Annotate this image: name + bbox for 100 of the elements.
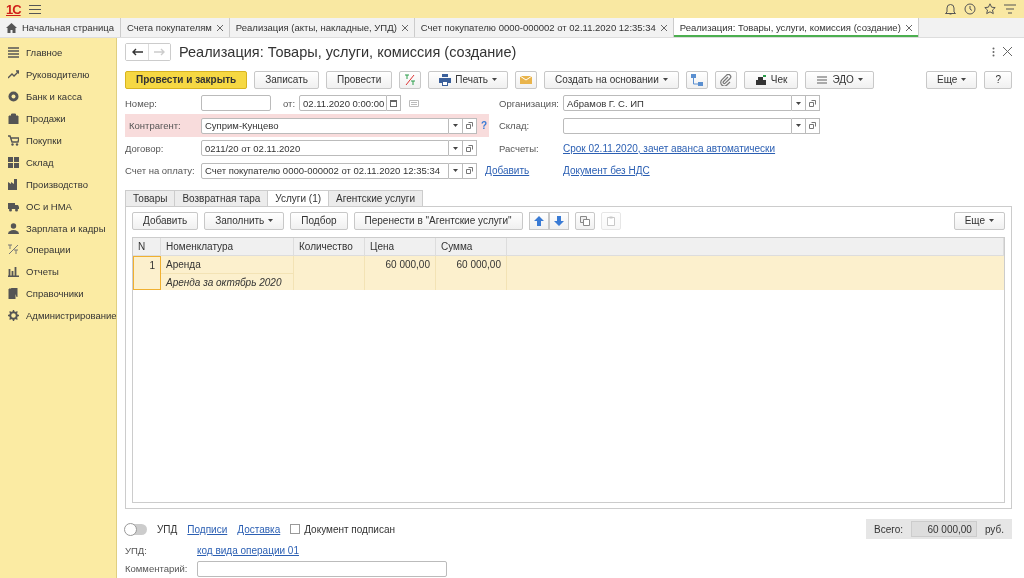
grid-icon[interactable] <box>8 156 19 168</box>
more-button[interactable]: Еще <box>926 70 978 89</box>
tab[interactable]: Возвратная тара <box>174 189 268 207</box>
dt-kt-icon[interactable] <box>8 244 19 256</box>
caret-icon <box>989 219 994 223</box>
close-icon[interactable] <box>216 24 223 31</box>
toolbar-button[interactable]: Добавить <box>132 211 199 230</box>
toolbar-button[interactable]: Чек <box>743 70 799 89</box>
close-icon[interactable] <box>905 24 912 31</box>
trend-icon[interactable] <box>8 69 19 81</box>
more-button[interactable]: Еще <box>953 211 1005 230</box>
select-field[interactable]: Суприм-Кунцево <box>201 117 449 134</box>
close-icon[interactable] <box>401 24 408 31</box>
books-icon[interactable] <box>8 288 19 300</box>
app-logo[interactable]: 1С <box>6 1 21 17</box>
toolbar-button[interactable]: Подбор <box>290 211 348 230</box>
structure-button[interactable] <box>685 70 708 89</box>
person-icon[interactable] <box>8 222 19 234</box>
column-header[interactable]: Сумма <box>436 237 507 256</box>
tab[interactable]: Услуги (1) <box>267 189 329 207</box>
calendar-button[interactable] <box>387 95 402 111</box>
help-button[interactable]: ? <box>984 70 1012 89</box>
copy-button[interactable] <box>574 211 595 230</box>
select-field[interactable]: Счет покупателю 0000-000002 от 02.11.2020 12:35:34 <box>201 162 449 179</box>
cart-icon[interactable] <box>8 135 19 146</box>
toolbar-button[interactable]: Создать на основании <box>544 70 679 89</box>
footer-link[interactable]: Доставка <box>237 523 281 535</box>
dropdown-button[interactable] <box>449 117 463 134</box>
sidebar-item[interactable]: Операции <box>26 244 71 256</box>
tab[interactable]: Товары <box>125 189 175 207</box>
menu-icon[interactable] <box>28 4 41 14</box>
toolbar-button[interactable]: Провести <box>326 70 393 89</box>
settings-link[interactable]: Срок 02.11.2020, зачет аванса автоматически <box>563 142 776 154</box>
sidebar-item[interactable]: Справочники <box>26 288 84 300</box>
toolbar-button[interactable]: ЭДО <box>805 70 874 89</box>
dropdown-button[interactable] <box>449 140 463 156</box>
close-icon[interactable] <box>660 24 667 31</box>
sidebar-item[interactable]: Отчеты <box>26 266 59 278</box>
open-button[interactable] <box>806 117 820 134</box>
list-icon[interactable] <box>8 47 19 59</box>
tab[interactable]: Реализация: Товары, услуги, комиссия (создание) <box>673 18 919 37</box>
column-header[interactable]: N <box>133 237 161 256</box>
history-icon[interactable] <box>964 3 976 15</box>
dt-kt-button[interactable] <box>399 70 422 89</box>
factory-icon[interactable] <box>8 178 19 190</box>
open-button[interactable] <box>463 117 477 134</box>
toolbar-button[interactable]: Заполнить <box>204 211 285 230</box>
down-arrow-button[interactable] <box>548 211 569 230</box>
paperclip-button[interactable] <box>714 70 737 89</box>
close-icon[interactable] <box>1003 47 1012 57</box>
star-icon[interactable] <box>984 3 996 15</box>
open-button[interactable] <box>463 162 477 179</box>
sidebar-item[interactable]: Администрирование <box>26 310 117 322</box>
column-header[interactable]: Количество <box>294 237 365 256</box>
footer-link[interactable]: Подписи <box>187 523 228 535</box>
column-header[interactable]: Номенклатура <box>161 237 294 256</box>
bar-chart-icon[interactable] <box>8 266 19 278</box>
toggle-switch[interactable] <box>125 523 147 535</box>
open-button[interactable] <box>463 140 477 156</box>
sidebar-item[interactable]: Главное <box>26 47 63 59</box>
dropdown-button[interactable] <box>792 95 806 111</box>
caret-icon <box>453 146 458 150</box>
toolbar-button[interactable]: Записать <box>254 70 319 89</box>
truck-icon[interactable] <box>8 200 19 212</box>
coin-icon[interactable] <box>8 91 19 103</box>
field-label: УПД: <box>125 544 148 556</box>
sidebar-item[interactable]: Банк и касса <box>26 91 82 103</box>
open-button[interactable] <box>806 95 820 111</box>
operation-code-link[interactable]: код вида операции 01 <box>197 544 299 556</box>
bell-icon[interactable] <box>945 3 956 15</box>
dropdown-button[interactable] <box>792 117 806 134</box>
toolbar-button[interactable]: Перенести в "Агентские услуги" <box>353 211 523 230</box>
table-row[interactable]: 1 Аренда 60 000,00 60 000,00 Аренда за октябрь 2020 <box>133 255 1004 290</box>
select-field[interactable] <box>563 117 792 134</box>
comment-field[interactable] <box>197 560 447 577</box>
toggle-label: УПД <box>157 523 178 535</box>
tab[interactable]: Агентские услуги <box>328 189 423 207</box>
gear-icon[interactable] <box>8 310 19 322</box>
up-arrow-button[interactable] <box>528 211 549 230</box>
number-field[interactable] <box>201 95 271 111</box>
checkbox-label: Документ подписан <box>304 523 396 535</box>
sidebar-item[interactable]: Склад <box>26 156 54 168</box>
date-field[interactable]: 02.11.2020 0:00:00 <box>299 95 388 111</box>
select-field[interactable]: Абрамов Г. С. ИП <box>563 95 792 111</box>
sidebar-item[interactable]: Производство <box>26 178 88 190</box>
sidebar-item[interactable]: Зарплата и кадры <box>26 222 106 234</box>
select-field[interactable]: 0211/20 от 02.11.2020 <box>201 140 449 156</box>
settings-link[interactable]: Документ без НДС <box>563 165 650 176</box>
sidebar-item[interactable]: ОС и НМА <box>26 200 72 212</box>
sidebar-item[interactable]: Покупки <box>26 135 62 146</box>
checkbox[interactable] <box>290 524 301 535</box>
dropdown-button[interactable] <box>449 162 463 179</box>
bag-icon[interactable] <box>8 113 19 125</box>
more-icon[interactable] <box>992 46 995 57</box>
column-header[interactable]: Цена <box>365 237 436 256</box>
sidebar-item[interactable]: Руководителю <box>26 69 90 81</box>
sidebar-item[interactable]: Продажи <box>26 113 66 125</box>
add-link[interactable]: Добавить <box>485 165 530 176</box>
toolbar-button[interactable]: Печать <box>428 70 508 89</box>
toolbar-button[interactable]: Провести и закрыть <box>125 70 248 89</box>
